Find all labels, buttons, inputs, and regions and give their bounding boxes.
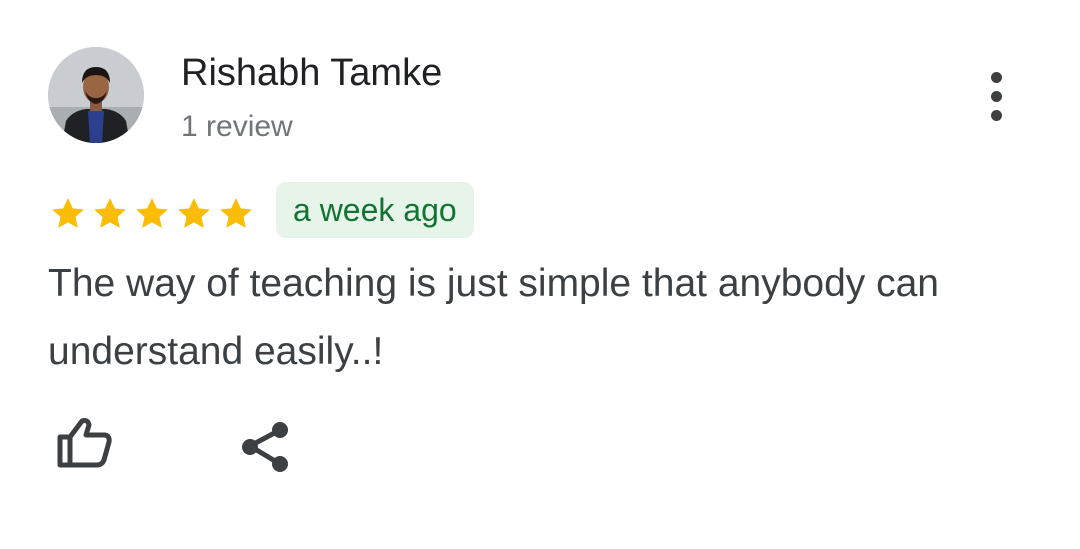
reviewer-review-count: 1 review bbox=[181, 110, 293, 143]
star-icon bbox=[178, 198, 210, 228]
more-vert-icon-dot bbox=[990, 109, 1002, 121]
star-icon bbox=[52, 198, 84, 228]
review-text: The way of teaching is just simple that … bbox=[48, 262, 939, 373]
avatar[interactable] bbox=[48, 47, 144, 143]
more-vert-icon bbox=[990, 71, 1002, 83]
star-icon bbox=[220, 198, 252, 228]
star-icon bbox=[94, 198, 126, 228]
like-button[interactable] bbox=[52, 415, 116, 475]
share-icon bbox=[242, 422, 288, 472]
more-options-button[interactable] bbox=[972, 66, 1020, 126]
avatar-photo bbox=[48, 47, 144, 143]
star-icon bbox=[136, 198, 168, 228]
more-vert-icon-dot bbox=[990, 90, 1002, 102]
star-rating bbox=[47, 194, 257, 234]
thumbs-up-icon bbox=[57, 418, 112, 468]
review-card: Rishabh Tamke 1 review a week ago The wa… bbox=[0, 0, 1080, 549]
share-button[interactable] bbox=[236, 418, 294, 476]
reviewer-name[interactable]: Rishabh Tamke bbox=[181, 50, 442, 96]
review-date-badge: a week ago bbox=[276, 182, 474, 238]
